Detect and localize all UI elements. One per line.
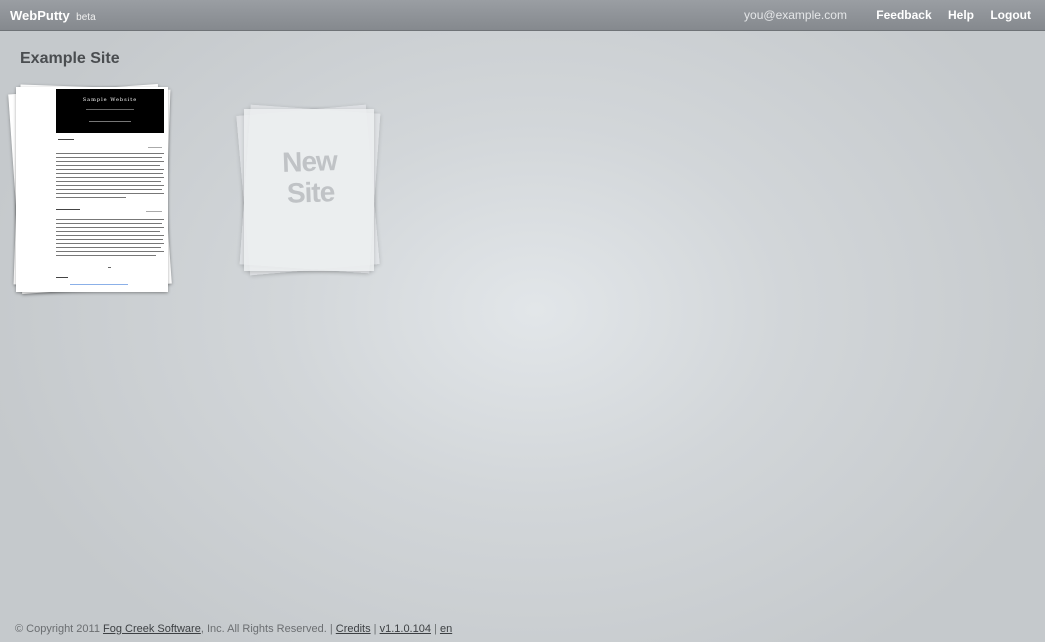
site-thumbnail: Sample Website <box>16 87 168 292</box>
thumbnail-text-line <box>56 197 126 198</box>
thumbnail-text-line <box>56 189 162 190</box>
thumbnail-text-line <box>56 169 164 170</box>
rights-text: , Inc. All Rights Reserved. | <box>200 623 333 635</box>
version-link[interactable]: v1.1.0.104 <box>380 623 431 635</box>
feedback-link[interactable]: Feedback <box>876 8 931 22</box>
thumbnail-link <box>70 284 128 285</box>
top-bar: WebPutty beta you@example.com Feedback H… <box>0 0 1045 31</box>
thumbnail-text-line <box>56 181 161 182</box>
thumbnail-text-line <box>56 239 163 240</box>
brand-logo[interactable]: WebPutty beta <box>10 7 96 25</box>
footer: © Copyright 2011 Fog Creek Software, Inc… <box>15 623 452 635</box>
thumbnail-text-line <box>56 243 164 244</box>
new-site-label: New Site <box>254 144 366 210</box>
example-site-card[interactable]: Sample Website <box>5 80 190 305</box>
thumbnail-post-date <box>148 147 162 148</box>
thumbnail-text-line <box>56 251 164 252</box>
thumbnail-text-line <box>56 231 160 232</box>
footer-separator: | <box>373 623 377 635</box>
thumbnail-text-line <box>56 193 164 194</box>
thumbnail-text-line <box>56 177 164 178</box>
thumbnail-text-line <box>56 185 164 186</box>
thumbnail-header: Sample Website <box>56 89 164 133</box>
new-site-card[interactable]: New Site <box>235 100 390 285</box>
thumbnail-text-line <box>56 247 161 248</box>
thumbnail-tagline <box>86 109 134 110</box>
footer-separator: | <box>434 623 437 635</box>
thumbnail-title: Sample Website <box>82 97 138 103</box>
help-link[interactable]: Help <box>948 8 974 22</box>
thumbnail-nav <box>89 121 131 122</box>
page-title: Example Site <box>20 50 120 67</box>
thumbnail-text-line <box>56 161 164 162</box>
language-link[interactable]: en <box>440 623 452 635</box>
thumbnail-text-line <box>56 165 160 166</box>
thumbnail-post-title <box>56 209 80 210</box>
thumbnail-text-line <box>56 219 164 220</box>
thumbnail-sidebar-heading <box>56 277 68 278</box>
brand-beta-tag: beta <box>76 12 96 23</box>
thumbnail-text-line <box>56 255 156 256</box>
thumbnail-text-line <box>56 173 163 174</box>
fog-creek-link[interactable]: Fog Creek Software <box>103 623 201 635</box>
thumbnail-text-line <box>56 157 162 158</box>
logout-link[interactable]: Logout <box>990 8 1031 22</box>
thumbnail-text-line <box>56 223 162 224</box>
thumbnail-pager <box>108 267 111 268</box>
new-site-label-line2: Site <box>286 176 335 209</box>
brand-name: WebPutty <box>10 8 70 23</box>
thumbnail-text-line <box>56 153 164 154</box>
new-site-label-line1: New <box>281 145 338 178</box>
thumbnail-post-date <box>146 211 162 212</box>
credits-link[interactable]: Credits <box>336 623 371 635</box>
top-nav: you@example.com Feedback Help Logout <box>744 8 1031 22</box>
user-email: you@example.com <box>744 8 847 22</box>
thumbnail-post-title <box>58 139 74 140</box>
thumbnail-text-line <box>56 227 164 228</box>
thumbnail-text-line <box>56 235 164 236</box>
copyright-text: © Copyright 2011 <box>15 623 100 635</box>
